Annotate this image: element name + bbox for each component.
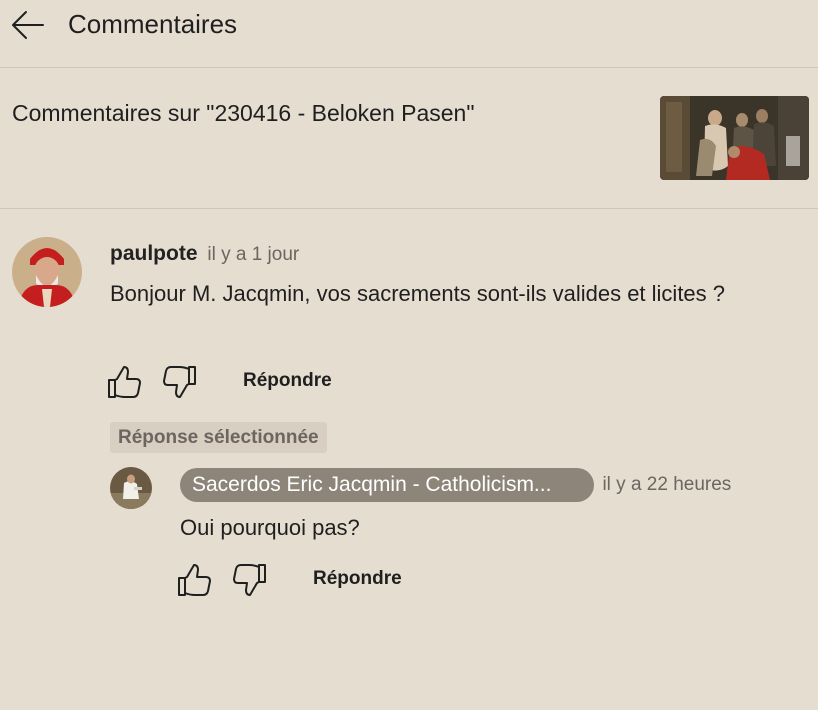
comment-text: Bonjour M. Jacqmin, vos sacrements sont-… (110, 281, 726, 306)
arrow-left-icon (12, 11, 44, 39)
thumbs-down-icon (233, 564, 266, 596)
reply-dislike-button[interactable] (232, 562, 268, 598)
reply-time: il y a 22 heures (602, 474, 732, 495)
video-title: Commentaires sur "230416 - Beloken Pasen… (12, 100, 475, 126)
reply-avatar[interactable] (110, 467, 152, 509)
reply-reply-button[interactable]: Répondre (313, 568, 402, 590)
thumbs-down-icon (163, 366, 196, 398)
back-button[interactable] (10, 8, 46, 42)
reply-avatar-image (110, 467, 152, 509)
comment-author-row: paulpote il y a 1 jour (110, 241, 299, 268)
selected-reply-badge: Réponse sélectionnée (110, 422, 327, 453)
channel-owner-chip[interactable]: Sacerdos Eric Jacqmin - Catholicism... (180, 468, 594, 502)
thumbs-up-icon (178, 564, 211, 596)
app-header: Commentaires (0, 0, 818, 68)
reply-author-row: Sacerdos Eric Jacqmin - Catholicism... i… (180, 468, 731, 502)
page-title: Commentaires (68, 9, 238, 39)
avatar-image (12, 237, 82, 307)
video-info: Commentaires sur "230416 - Beloken Pasen… (0, 68, 818, 209)
reply-text: Oui pourquoi pas? (180, 515, 360, 540)
avatar[interactable] (12, 237, 82, 307)
video-thumbnail[interactable] (660, 96, 809, 180)
comment-time: il y a 1 jour (207, 244, 300, 265)
reply-button[interactable]: Répondre (243, 370, 332, 392)
thumbnail-painting (660, 96, 809, 180)
like-button[interactable] (106, 364, 142, 400)
dislike-button[interactable] (162, 364, 198, 400)
comment-author[interactable]: paulpote (110, 242, 198, 265)
thumbs-up-icon (108, 366, 141, 398)
reply-like-button[interactable] (176, 562, 212, 598)
